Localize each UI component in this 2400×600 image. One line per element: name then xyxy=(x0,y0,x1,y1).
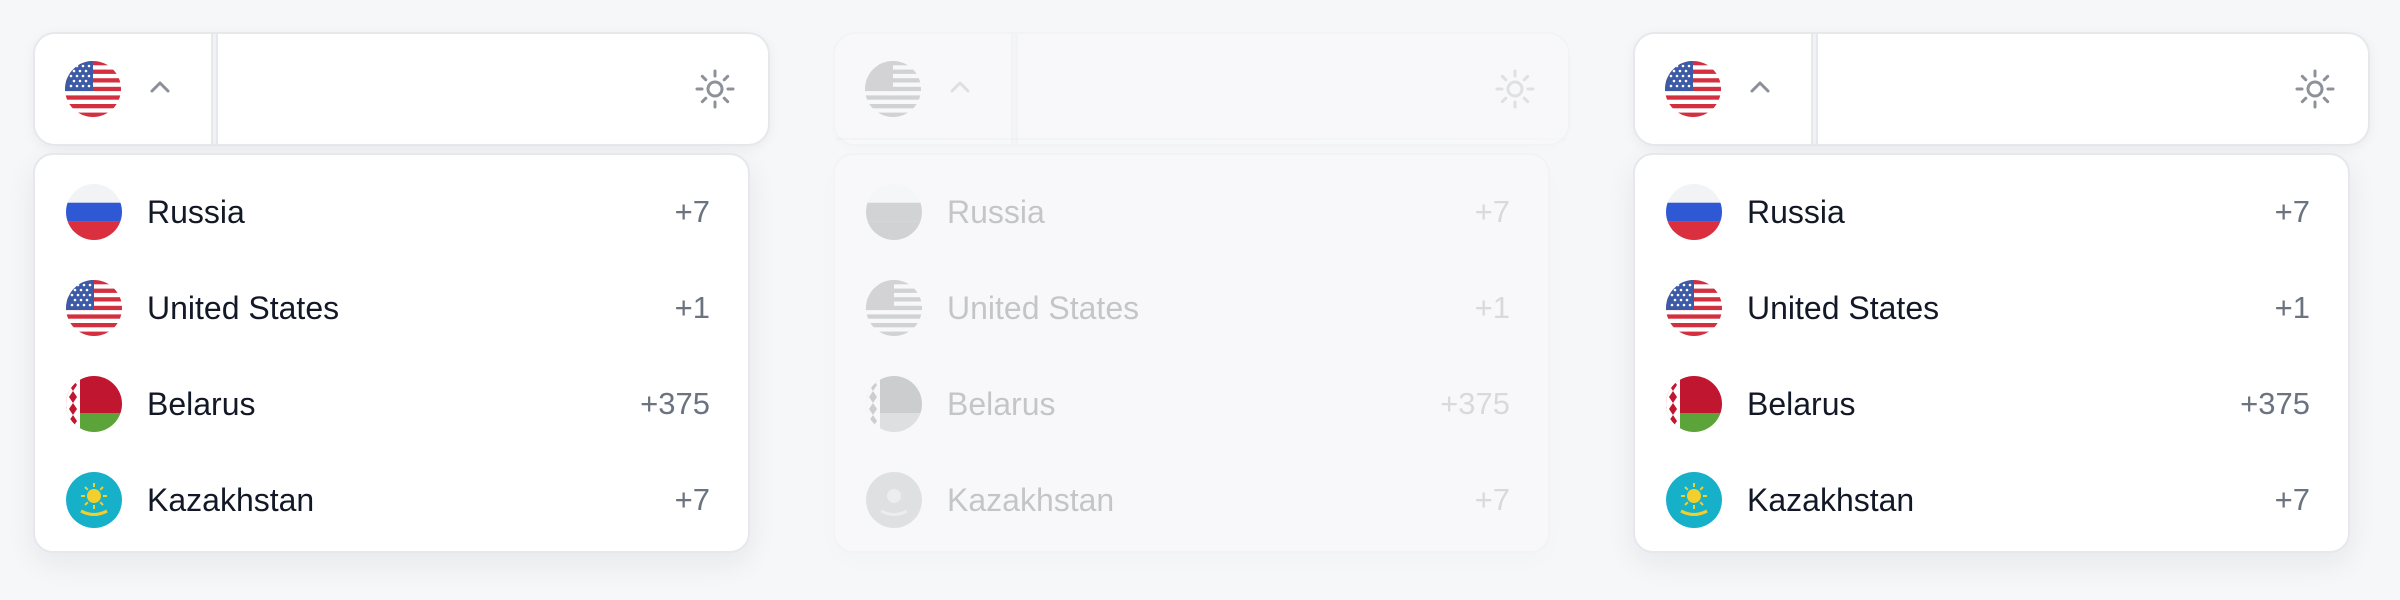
country-name: United States xyxy=(947,290,1140,326)
country-name: Belarus xyxy=(147,386,256,422)
country-name: Belarus xyxy=(947,386,1056,422)
transition-line xyxy=(836,138,1566,140)
country-option-belarus[interactable]: Belarus +375 xyxy=(35,356,748,452)
country-option-united-states[interactable]: United States +1 xyxy=(1635,260,2348,356)
dial-code: +7 xyxy=(2274,482,2310,517)
input-divider xyxy=(1011,34,1018,144)
by-flag-icon xyxy=(866,376,922,432)
us-flag-icon xyxy=(65,61,121,117)
country-option-russia[interactable]: Russia +7 xyxy=(35,164,748,260)
phone-input-group xyxy=(33,32,770,146)
country-name: Russia xyxy=(1747,194,1845,230)
ru-flag-icon xyxy=(1666,184,1722,240)
country-option-kazakhstan[interactable]: Kazakhstan +7 xyxy=(35,452,748,548)
country-select-button[interactable] xyxy=(35,34,211,144)
country-option-united-states[interactable]: United States +1 xyxy=(35,260,748,356)
phone-input-group xyxy=(833,32,1570,146)
kz-flag-icon xyxy=(66,472,122,528)
chevron-up-icon xyxy=(945,72,975,102)
country-option-kazakhstan[interactable]: Kazakhstan +7 xyxy=(835,452,1548,548)
dial-code: +1 xyxy=(2274,290,2310,325)
country-option-united-states[interactable]: United States +1 xyxy=(835,260,1548,356)
country-option-belarus[interactable]: Belarus +375 xyxy=(1635,356,2348,452)
by-flag-icon xyxy=(1666,376,1722,432)
ru-flag-icon xyxy=(866,184,922,240)
country-name: Belarus xyxy=(1747,386,1856,422)
dial-code: +375 xyxy=(1440,386,1510,421)
dial-code: +375 xyxy=(640,386,710,421)
phone-number-input[interactable] xyxy=(1018,34,1568,144)
country-option-russia[interactable]: Russia +7 xyxy=(1635,164,2348,260)
sun-icon[interactable] xyxy=(690,64,740,114)
sun-icon[interactable] xyxy=(1490,64,1540,114)
country-option-russia[interactable]: Russia +7 xyxy=(835,164,1548,260)
by-flag-icon xyxy=(66,376,122,432)
country-dropdown: Russia +7 United States +1 Belarus +375 … xyxy=(33,153,750,553)
country-name: Russia xyxy=(947,194,1045,230)
country-name: Kazakhstan xyxy=(147,482,315,518)
country-name: Kazakhstan xyxy=(1747,482,1915,518)
phone-number-input[interactable] xyxy=(1818,34,2368,144)
phone-number-input[interactable] xyxy=(218,34,768,144)
country-dropdown: Russia +7 United States +1 Belarus +375 … xyxy=(833,153,1550,553)
country-select-button[interactable] xyxy=(835,34,1011,144)
dial-code: +7 xyxy=(1474,482,1510,517)
country-dropdown: Russia +7 United States +1 Belarus +375 … xyxy=(1633,153,2350,553)
chevron-up-icon xyxy=(1745,72,1775,102)
input-divider xyxy=(211,34,218,144)
dial-code: +1 xyxy=(674,290,710,325)
country-name: Kazakhstan xyxy=(947,482,1115,518)
dial-code: +375 xyxy=(2240,386,2310,421)
kz-flag-icon xyxy=(866,472,922,528)
dial-code: +7 xyxy=(1474,194,1510,229)
us-flag-icon xyxy=(866,280,922,336)
country-option-belarus[interactable]: Belarus +375 xyxy=(835,356,1548,452)
dial-code: +1 xyxy=(1474,290,1510,325)
dial-code: +7 xyxy=(674,482,710,517)
input-divider xyxy=(1811,34,1818,144)
country-select-button[interactable] xyxy=(1635,34,1811,144)
country-option-kazakhstan[interactable]: Kazakhstan +7 xyxy=(1635,452,2348,548)
phone-input-group xyxy=(1633,32,2370,146)
dial-code: +7 xyxy=(2274,194,2310,229)
us-flag-icon xyxy=(1665,61,1721,117)
country-name: Russia xyxy=(147,194,245,230)
us-flag-icon xyxy=(865,61,921,117)
sun-icon[interactable] xyxy=(2290,64,2340,114)
chevron-up-icon xyxy=(145,72,175,102)
us-flag-icon xyxy=(1666,280,1722,336)
country-name: United States xyxy=(147,290,340,326)
dial-code: +7 xyxy=(674,194,710,229)
country-name: United States xyxy=(1747,290,1940,326)
kz-flag-icon xyxy=(1666,472,1722,528)
us-flag-icon xyxy=(66,280,122,336)
ru-flag-icon xyxy=(66,184,122,240)
